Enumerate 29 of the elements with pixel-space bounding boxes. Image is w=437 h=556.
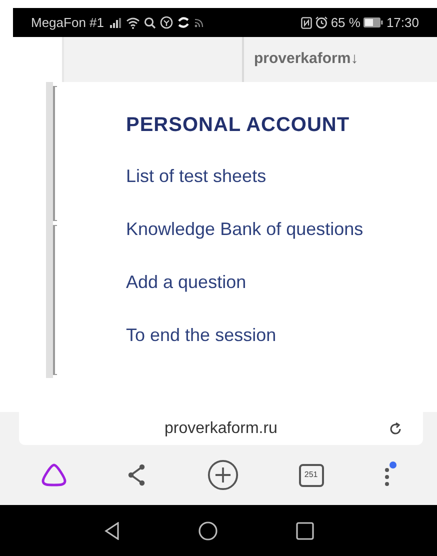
url-text: proverkaform.ru: [164, 418, 278, 438]
home-icon[interactable]: [198, 520, 218, 540]
nfc-icon: [300, 16, 312, 28]
rss-icon: [194, 18, 204, 28]
signal-icon: [110, 18, 122, 28]
share-icon[interactable]: [127, 464, 148, 486]
menu-heading: PERSONAL ACCOUNT: [126, 113, 350, 138]
alarm-icon: [314, 16, 328, 29]
menu-link[interactable]: Knowledge Bank of questions: [126, 203, 364, 256]
site-title: proverkaform↓: [254, 49, 358, 70]
wifi-icon: [126, 16, 140, 28]
circle-icon: [160, 16, 173, 29]
address-bar[interactable]: proverkaform.ru: [19, 412, 423, 445]
menu-link[interactable]: To end the session: [126, 309, 276, 362]
add-icon[interactable]: [206, 459, 239, 491]
reload-icon[interactable]: [389, 422, 403, 436]
search-icon: [144, 16, 156, 28]
menu-icon[interactable]: [383, 461, 398, 489]
back-icon[interactable]: [104, 522, 120, 540]
clock-time: 17:30: [386, 14, 419, 32]
menu-link[interactable]: Add a question: [126, 256, 246, 309]
carrier-name: MegaFon #1: [31, 14, 104, 32]
menu-link[interactable]: List of test sheets: [126, 150, 266, 203]
battery-icon: [363, 17, 384, 28]
tabs-counter[interactable]: 251: [298, 464, 324, 486]
battery-percent: 65 %: [330, 14, 360, 32]
recents-icon[interactable]: [296, 522, 314, 540]
sync-icon: [177, 16, 190, 29]
triangle-icon[interactable]: [40, 462, 68, 488]
